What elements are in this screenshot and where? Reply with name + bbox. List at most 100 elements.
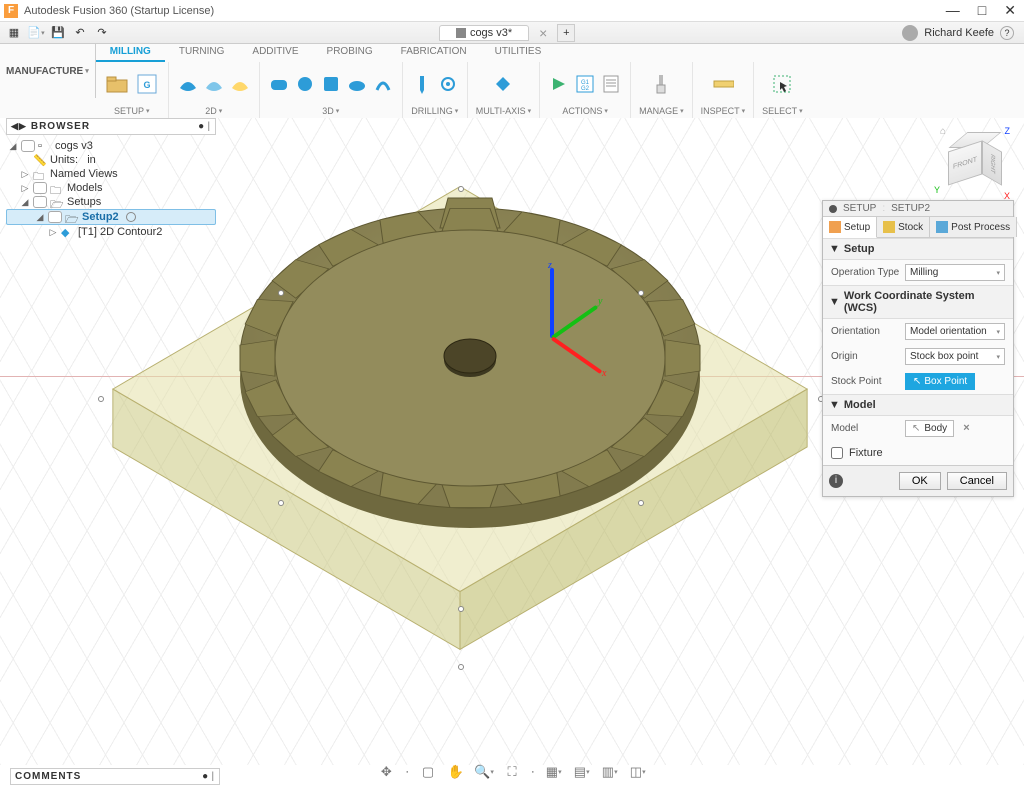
window-maximize-icon[interactable]: □	[978, 2, 986, 19]
tree-named-views[interactable]: ▷🗀Named Views	[6, 167, 216, 181]
orientation-select[interactable]: Model orientation▾	[905, 323, 1005, 340]
viewports-icon[interactable]: ◫▾	[629, 763, 647, 781]
multiaxis-icon[interactable]	[492, 73, 514, 95]
setup-folder-icon[interactable]	[104, 71, 130, 97]
select-arrow-icon[interactable]	[771, 73, 793, 95]
drill-2-icon[interactable]	[437, 73, 459, 95]
2d-op-2-icon[interactable]	[203, 73, 225, 95]
window-close-icon[interactable]: ✕	[1004, 2, 1016, 19]
model-body-chip[interactable]: ↖Body	[905, 420, 954, 437]
document-tab[interactable]: cogs v3*	[439, 25, 529, 41]
display-style-icon[interactable]: ▦▾	[545, 763, 563, 781]
look-at-icon[interactable]: ▢	[419, 763, 437, 781]
action-gcode-icon[interactable]: G1G2	[574, 73, 596, 95]
ok-button[interactable]: OK	[899, 472, 941, 490]
stock-point-dot[interactable]	[278, 290, 284, 296]
setup-gcode-icon[interactable]: G	[134, 71, 160, 97]
undo-button[interactable]: ↶	[70, 24, 90, 42]
tree-setup2[interactable]: ◢🗁Setup2	[6, 209, 216, 225]
3d-op-1-icon[interactable]	[268, 73, 290, 95]
3d-op-2-icon[interactable]	[294, 73, 316, 95]
panel-tab-setup[interactable]: Setup	[823, 217, 877, 238]
workspace-switcher[interactable]: MANUFACTURE▾	[0, 44, 96, 98]
zoom-icon[interactable]: 🔍▾	[475, 763, 493, 781]
stock-point-dot[interactable]	[638, 500, 644, 506]
manage-tool-icon[interactable]	[650, 73, 672, 95]
browser-header[interactable]: ◀▶ BROWSER ●|	[6, 118, 216, 135]
active-setup-radio-icon[interactable]	[126, 212, 136, 222]
window-minimize-icon[interactable]: —	[946, 2, 960, 19]
user-name[interactable]: Richard Keefe	[924, 27, 994, 39]
redo-button[interactable]: ↷	[92, 24, 112, 42]
visibility-toggle-icon[interactable]	[33, 182, 47, 194]
viewcube-right-face[interactable]: RIGHT	[982, 140, 1002, 186]
inspect-measure-icon[interactable]	[712, 73, 734, 95]
origin-select[interactable]: Stock box point▾	[905, 348, 1005, 365]
viewport[interactable]: z y x ◀▶ BROWSER ●| ◢▫cogs v3 📏Units: in…	[0, 118, 1024, 765]
comments-pin-icon[interactable]: ●	[202, 771, 209, 782]
3d-op-3-icon[interactable]	[320, 73, 342, 95]
action-generate-icon[interactable]	[548, 73, 570, 95]
panel-tab-stock[interactable]: Stock	[877, 217, 930, 237]
stock-point-dot[interactable]	[638, 290, 644, 296]
visibility-toggle-icon[interactable]	[21, 140, 35, 152]
fixture-checkbox[interactable]	[831, 447, 843, 459]
tree-root[interactable]: ◢▫cogs v3	[6, 139, 216, 153]
pointer-icon: ↖	[913, 376, 921, 387]
close-tab-icon[interactable]: ×	[533, 25, 553, 41]
drill-1-icon[interactable]	[411, 73, 433, 95]
3d-op-4-icon[interactable]	[346, 73, 368, 95]
browser-pin-icon[interactable]: ●	[198, 121, 205, 132]
stock-point-dot[interactable]	[458, 606, 464, 612]
grid-settings-icon[interactable]: ▤▾	[573, 763, 591, 781]
pan-icon[interactable]: ✋	[447, 763, 465, 781]
browser-header-label: BROWSER	[31, 121, 90, 132]
orbit-icon[interactable]: ✥	[377, 763, 395, 781]
stock-point-dot[interactable]	[458, 186, 464, 192]
tree-setups[interactable]: ◢🗁Setups	[6, 195, 216, 209]
home-icon[interactable]: ⌂	[940, 126, 946, 137]
save-button[interactable]: 💾	[48, 24, 68, 42]
tree-models[interactable]: ▷🗀Models	[6, 181, 216, 195]
ribbon-tab-utilities[interactable]: UTILITIES	[481, 44, 556, 62]
panel-pin-icon[interactable]	[829, 205, 837, 213]
app-grid-icon[interactable]: ▦	[4, 24, 24, 42]
help-icon[interactable]: ?	[1000, 26, 1014, 40]
action-sheet-icon[interactable]	[600, 73, 622, 95]
stock-point-dot[interactable]	[98, 396, 104, 402]
comments-bar[interactable]: COMMENTS ●|	[10, 768, 220, 785]
viewport-layout-icon[interactable]: ▥▾	[601, 763, 619, 781]
tree-op-contour[interactable]: ▷◆[T1] 2D Contour2	[6, 225, 216, 239]
z-axis[interactable]	[550, 268, 554, 338]
info-icon[interactable]: i	[829, 474, 843, 488]
stock-point-dot[interactable]	[278, 500, 284, 506]
view-cube[interactable]: ⌂ FRONT RIGHT Z Y X	[940, 126, 1010, 201]
svg-text:G: G	[143, 80, 150, 90]
ribbon-tab-fabrication[interactable]: FABRICATION	[387, 44, 481, 62]
ribbon-tab-milling[interactable]: MILLING	[96, 44, 165, 62]
setup-panel-header[interactable]: SETUP : SETUP2	[823, 201, 1013, 217]
ribbon-tab-turning[interactable]: TURNING	[165, 44, 239, 62]
visibility-toggle-icon[interactable]	[33, 196, 47, 208]
2d-op-1-icon[interactable]	[177, 73, 199, 95]
ribbon-tab-additive[interactable]: ADDITIVE	[238, 44, 312, 62]
ribbon-tab-probing[interactable]: PROBING	[313, 44, 387, 62]
new-tab-button[interactable]: +	[557, 24, 575, 42]
stock-point-dot[interactable]	[458, 664, 464, 670]
tree-units[interactable]: 📏Units: in	[6, 153, 216, 167]
file-menu-button[interactable]: 📄▾	[26, 24, 46, 42]
fixture-checkbox-row[interactable]: Fixture	[823, 441, 1013, 465]
user-avatar[interactable]	[902, 25, 918, 41]
remove-body-icon[interactable]: ×	[963, 422, 969, 434]
cancel-button[interactable]: Cancel	[947, 472, 1007, 490]
section-wcs[interactable]: ▼Work Coordinate System (WCS)	[823, 285, 1013, 319]
section-model[interactable]: ▼Model	[823, 394, 1013, 416]
panel-tab-post[interactable]: Post Process	[930, 217, 1017, 237]
box-point-button[interactable]: ↖Box Point	[905, 373, 975, 390]
3d-op-5-icon[interactable]	[372, 73, 394, 95]
section-setup[interactable]: ▼Setup	[823, 238, 1013, 260]
visibility-toggle-icon[interactable]	[48, 211, 62, 223]
2d-op-3-icon[interactable]	[229, 73, 251, 95]
fit-icon[interactable]: ⛶	[503, 763, 521, 781]
op-type-select[interactable]: Milling▾	[905, 264, 1005, 281]
